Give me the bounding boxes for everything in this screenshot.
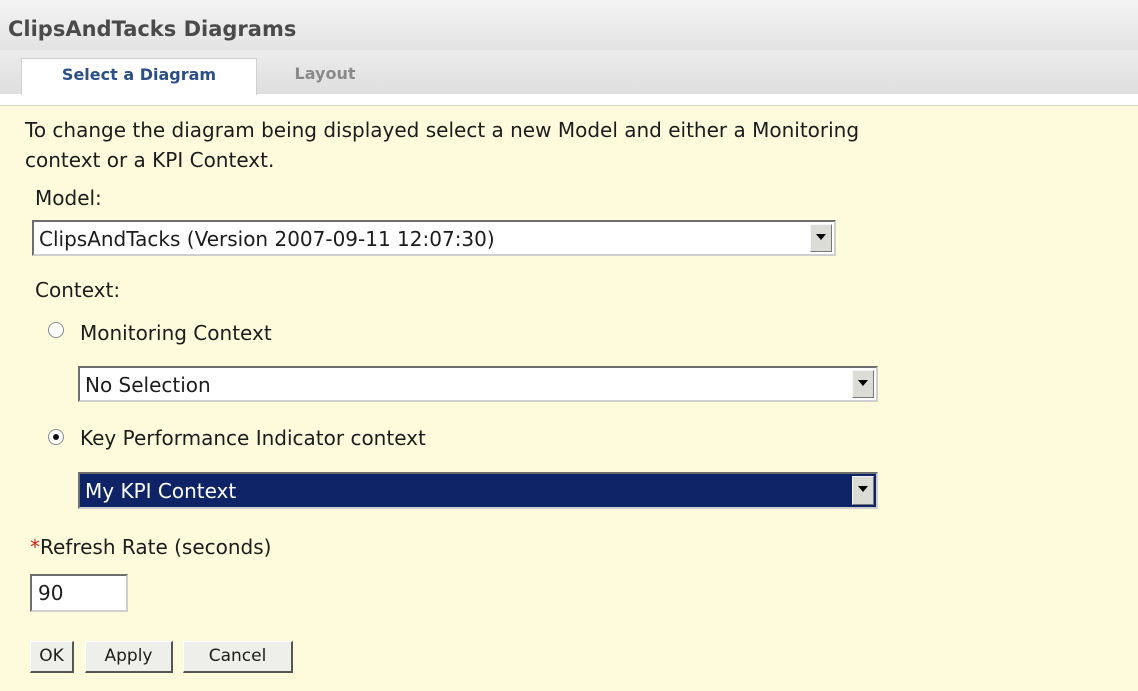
kpi-context-select[interactable]: My KPI Context (78, 472, 878, 509)
refresh-rate-label-text: Refresh Rate (seconds) (40, 535, 272, 559)
intro-text-line1: To change the diagram being displayed se… (25, 118, 860, 142)
apply-button[interactable]: Apply (85, 641, 173, 673)
model-label: Model: (35, 186, 102, 210)
tab-layout[interactable]: Layout (260, 58, 390, 95)
chevron-down-icon[interactable] (852, 370, 874, 398)
refresh-rate-input[interactable]: 90 (30, 574, 128, 612)
page-title: ClipsAndTacks Diagrams (8, 17, 297, 41)
ok-button[interactable]: OK (30, 641, 74, 673)
refresh-rate-label: *Refresh Rate (seconds) (30, 535, 271, 559)
model-select[interactable]: ClipsAndTacks (Version 2007-09-11 12:07:… (32, 220, 836, 256)
tab-select-diagram[interactable]: Select a Diagram (21, 58, 257, 95)
kpi-select-value: My KPI Context (85, 479, 237, 503)
context-label: Context: (35, 278, 121, 302)
kpi-context-label: Key Performance Indicator context (80, 426, 426, 450)
intro-text-line2: context or a KPI Context. (25, 148, 275, 172)
chevron-down-icon[interactable] (852, 476, 874, 505)
chevron-down-icon[interactable] (810, 224, 832, 252)
kpi-context-radio[interactable] (48, 429, 64, 445)
monitoring-context-radio[interactable] (48, 322, 64, 338)
model-select-value: ClipsAndTacks (Version 2007-09-11 12:07:… (39, 227, 495, 251)
monitoring-context-select[interactable]: No Selection (78, 366, 878, 402)
cancel-button[interactable]: Cancel (183, 641, 293, 673)
monitoring-select-value: No Selection (85, 373, 211, 397)
required-marker: * (30, 535, 40, 559)
monitoring-context-label: Monitoring Context (80, 321, 272, 345)
refresh-rate-value: 90 (38, 581, 64, 605)
